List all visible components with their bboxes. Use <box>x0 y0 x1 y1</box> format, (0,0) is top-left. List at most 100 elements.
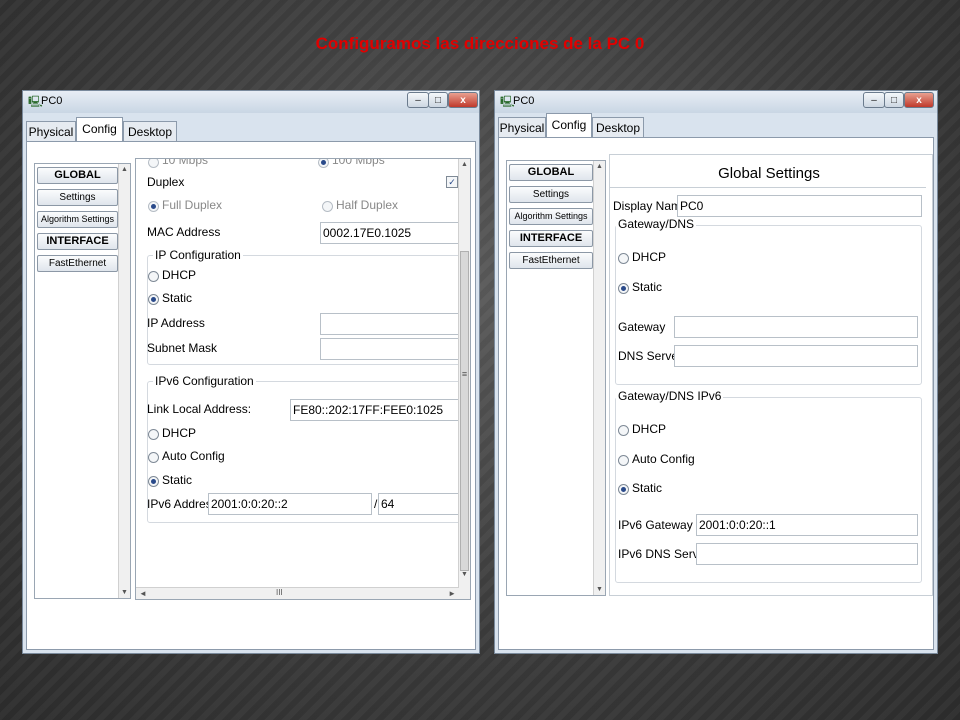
ip-static-radio[interactable] <box>148 294 159 305</box>
ipv6-auto-config-radio[interactable] <box>148 452 159 463</box>
panel-scrollbar[interactable]: ▲ ≡ ▼ <box>458 159 470 599</box>
subnet-mask-label: Subnet Mask <box>147 341 218 355</box>
ip-address-field[interactable] <box>320 313 460 335</box>
ipv6-gateway-field[interactable]: 2001:0:0:20::1 <box>696 514 918 536</box>
scroll-left-icon[interactable]: ◄ <box>139 589 147 598</box>
sidebar-item-fastethernet[interactable]: FastEthernet <box>509 252 593 269</box>
ipv6-gateway-label: IPv6 Gateway <box>618 518 693 532</box>
gw6-auto-config-radio[interactable] <box>618 455 629 466</box>
sidebar-item-interface[interactable]: INTERFACE <box>509 230 593 247</box>
ip-config-title: IP Configuration <box>153 248 243 262</box>
duplex-label: Duplex <box>147 175 185 189</box>
gateway-field[interactable] <box>674 316 918 338</box>
tab-bar: Physical Config Desktop <box>23 115 479 142</box>
sidebar-item-settings[interactable]: Settings <box>509 186 593 203</box>
gw6-dhcp-label: DHCP <box>632 422 667 436</box>
maximize-button[interactable]: □ <box>884 92 904 108</box>
gw-static-radio[interactable] <box>618 283 629 294</box>
scroll-up-icon[interactable]: ▲ <box>119 166 130 173</box>
prefix-slash: / <box>374 497 378 511</box>
mac-address-field[interactable]: 0002.17E0.1025 <box>320 222 460 244</box>
link-local-field[interactable]: FE80::202:17FF:FEE0:1025 <box>290 399 460 421</box>
gateway-label: Gateway <box>618 320 666 334</box>
scroll-grip-icon: ≡ <box>461 369 468 379</box>
sidebar-scrollbar[interactable]: ▲ ▼ <box>593 161 605 595</box>
panel-hscrollbar[interactable]: ◄ III ► <box>136 587 459 599</box>
ipv6-auto-config-label: Auto Config <box>162 449 225 463</box>
tab-desktop[interactable]: Desktop <box>592 117 644 137</box>
config-content: GLOBAL Settings Algorithm Settings INTER… <box>26 141 476 650</box>
sidebar-item-global[interactable]: GLOBAL <box>509 164 593 181</box>
ipv6-static-label: Static <box>162 473 193 487</box>
ip-dhcp-radio[interactable] <box>148 271 159 282</box>
ipv6-dhcp-radio[interactable] <box>148 429 159 440</box>
sidebar-item-global[interactable]: GLOBAL <box>37 167 118 184</box>
scroll-down-icon[interactable]: ▼ <box>594 586 605 593</box>
minimize-button[interactable]: – <box>863 92 885 108</box>
maximize-button[interactable]: □ <box>428 92 448 108</box>
display-name-field[interactable]: PC0 <box>677 195 922 217</box>
ip-address-label: IP Address <box>147 316 205 330</box>
subnet-mask-field[interactable] <box>320 338 460 360</box>
speed-100-radio[interactable] <box>318 159 329 168</box>
tab-bar: Physical Config Desktop <box>495 111 937 138</box>
ip-static-label: Static <box>162 291 193 305</box>
gw6-static-radio[interactable] <box>618 484 629 495</box>
tab-physical[interactable]: Physical <box>498 117 546 137</box>
ipv6-dns-server-field[interactable] <box>696 543 918 565</box>
half-duplex-label: Half Duplex <box>336 198 399 212</box>
slide-title: Configuramos las direcciones de la PC 0 <box>315 34 645 53</box>
ipv6-address-field[interactable]: 2001:0:0:20::2 <box>208 493 372 515</box>
gw-dhcp-radio[interactable] <box>618 253 629 264</box>
ipv6-config-title: IPv6 Configuration <box>153 374 256 388</box>
dns-server-field[interactable] <box>674 345 918 367</box>
link-local-label: Link Local Address: <box>147 402 252 416</box>
sidebar-item-algorithm-settings[interactable]: Algorithm Settings <box>509 208 593 225</box>
gw6-dhcp-radio[interactable] <box>618 425 629 436</box>
config-sidebar: GLOBAL Settings Algorithm Settings INTER… <box>34 163 131 599</box>
ipv6-static-radio[interactable] <box>148 476 159 487</box>
sidebar-scrollbar[interactable]: ▲ ▼ <box>118 164 130 598</box>
tab-physical[interactable]: Physical <box>26 121 76 141</box>
minimize-button[interactable]: – <box>407 92 429 108</box>
window-titlebar[interactable]: 🖳 PC0 – □ x <box>23 91 479 113</box>
gw-static-label: Static <box>632 280 663 294</box>
ip-dhcp-label: DHCP <box>162 268 197 282</box>
full-duplex-label: Full Duplex <box>162 198 223 212</box>
scroll-up-icon[interactable]: ▲ <box>594 163 605 170</box>
hscroll-grip-icon: III <box>276 588 283 597</box>
pc-icon: 🖳 <box>500 96 515 108</box>
mac-address-label: MAC Address <box>147 225 221 239</box>
config-sidebar: GLOBAL Settings Algorithm Settings INTER… <box>506 160 606 596</box>
tab-config[interactable]: Config <box>546 113 592 138</box>
window-titlebar[interactable]: 🖳 PC0 – □ x <box>495 91 937 113</box>
duplex-auto-checkbox[interactable]: ✓ <box>446 176 458 188</box>
tab-config[interactable]: Config <box>76 117 123 142</box>
half-duplex-radio[interactable] <box>322 201 333 212</box>
dns-server-label: DNS Server <box>618 349 683 363</box>
config-content: GLOBAL Settings Algorithm Settings INTER… <box>498 137 934 650</box>
scroll-right-icon[interactable]: ► <box>448 589 456 598</box>
close-button[interactable]: x <box>904 92 934 108</box>
heading-divider <box>610 187 926 188</box>
scroll-down-icon[interactable]: ▼ <box>119 589 130 596</box>
scroll-down-icon[interactable]: ▼ <box>459 571 470 578</box>
ipv6-prefix-field[interactable]: 64 <box>378 493 460 515</box>
sidebar-item-algorithm-settings[interactable]: Algorithm Settings <box>37 211 118 228</box>
pc-icon: 🖳 <box>28 96 43 108</box>
global-settings-panel: Global Settings Display Name PC0 Gateway… <box>609 154 933 596</box>
tab-desktop[interactable]: Desktop <box>123 121 177 141</box>
ipv6-dhcp-label: DHCP <box>162 426 197 440</box>
scroll-up-icon[interactable]: ▲ <box>459 161 470 168</box>
gateway-dns-title: Gateway/DNS <box>616 217 697 231</box>
gateway-dns-ipv6-title: Gateway/DNS IPv6 <box>616 389 724 403</box>
close-button[interactable]: x <box>448 92 478 108</box>
sidebar-item-settings[interactable]: Settings <box>37 189 118 206</box>
global-settings-heading: Global Settings <box>718 165 820 182</box>
sidebar-item-interface[interactable]: INTERFACE <box>37 233 118 250</box>
sidebar-item-fastethernet[interactable]: FastEthernet <box>37 255 118 272</box>
full-duplex-radio[interactable] <box>148 201 159 212</box>
scroll-thumb[interactable] <box>460 251 469 571</box>
speed-10-radio[interactable] <box>148 159 159 168</box>
pc0-window-right: 🖳 PC0 – □ x Physical Config Desktop GLOB… <box>494 90 938 654</box>
